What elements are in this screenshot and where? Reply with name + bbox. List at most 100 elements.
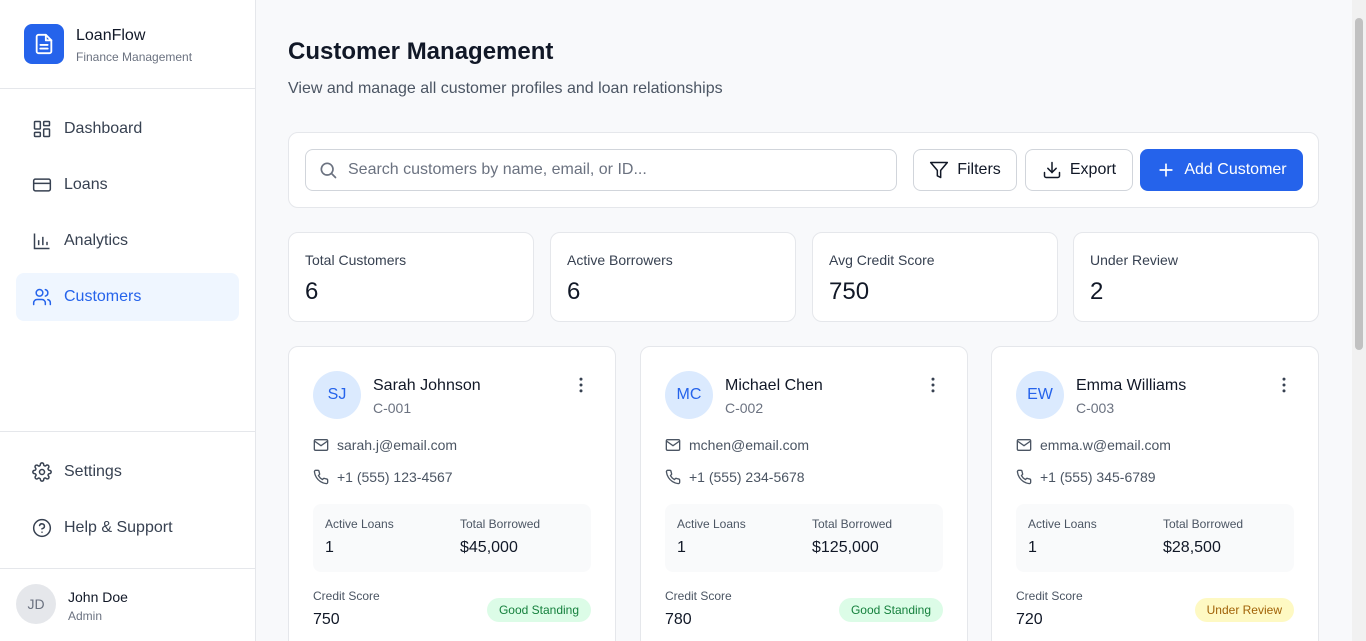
customer-card[interactable]: EW Emma Williams C-003 emma.w@email.com … (991, 346, 1319, 641)
customer-card[interactable]: MC Michael Chen C-002 mchen@email.com +1… (640, 346, 968, 641)
customer-email: sarah.j@email.com (313, 437, 457, 453)
phone-text: +1 (555) 234-5678 (689, 469, 805, 485)
avatar: SJ (313, 371, 361, 419)
download-icon (1042, 160, 1062, 180)
sidebar-item-analytics[interactable]: Analytics (16, 217, 239, 265)
sidebar-item-help[interactable]: Help & Support (16, 504, 239, 552)
plus-icon (1156, 160, 1176, 180)
credit-score-label: Credit Score (313, 589, 380, 603)
customer-name: Emma Williams (1076, 377, 1187, 394)
total-borrowed-value: $125,000 (812, 539, 879, 556)
document-icon[interactable] (24, 24, 64, 64)
loan-summary: Active Loans 1 Total Borrowed $45,000 (313, 504, 591, 572)
add-customer-label: Add Customer (1184, 161, 1287, 178)
mail-icon (665, 437, 681, 453)
sidebar-item-label: Dashboard (64, 120, 143, 137)
sidebar-item-label: Help & Support (64, 519, 173, 536)
email-text: sarah.j@email.com (337, 437, 458, 453)
sidebar-item-dashboard[interactable]: Dashboard (16, 105, 239, 153)
page-title: Customer Management (288, 38, 554, 65)
export-button[interactable]: Export (1025, 149, 1133, 191)
stat-card-avg-credit-score: Avg Credit Score 750 (812, 232, 1058, 322)
status-badge: Under Review (1194, 598, 1294, 622)
user-role: Admin (68, 609, 103, 623)
stat-label: Under Review (1090, 252, 1178, 268)
customer-phone: +1 (555) 345-6789 (1016, 469, 1156, 485)
more-vertical-icon[interactable] (1274, 375, 1294, 395)
status-badge: Good Standing (838, 598, 943, 622)
dashboard-icon (32, 119, 52, 139)
total-borrowed-value: $28,500 (1163, 539, 1221, 556)
export-label: Export (1069, 161, 1117, 178)
customer-card[interactable]: SJ Sarah Johnson C-001 sarah.j@email.com… (288, 346, 616, 641)
search-input[interactable] (348, 161, 868, 179)
credit-score-label: Credit Score (665, 589, 732, 603)
search-icon (318, 160, 338, 180)
page-subtitle: View and manage all customer profiles an… (288, 80, 723, 97)
brand: LoanFlow Finance Management (0, 0, 255, 89)
customer-cards: SJ Sarah Johnson C-001 sarah.j@email.com… (288, 346, 1319, 641)
phone-icon (665, 469, 681, 485)
brand-name: LoanFlow (76, 27, 146, 44)
avatar: EW (1016, 371, 1064, 419)
sidebar-item-customers[interactable]: Customers (16, 273, 239, 321)
stat-label: Total Customers (305, 252, 407, 268)
active-loans-label: Active Loans (1028, 517, 1097, 531)
vertical-scrollbar[interactable] (1352, 0, 1366, 641)
loan-summary: Active Loans 1 Total Borrowed $125,000 (665, 504, 943, 572)
customer-name: Michael Chen (725, 377, 823, 394)
sidebar-bottom-nav: Settings Help & Support (16, 432, 239, 560)
stat-value: 2 (1090, 278, 1104, 305)
users-icon (32, 287, 52, 307)
sidebar-item-label: Loans (64, 176, 108, 193)
sidebar-nav: Dashboard Loans Analytics Customers (16, 105, 239, 329)
filters-label: Filters (957, 161, 1001, 178)
customer-name: Sarah Johnson (373, 377, 481, 394)
total-borrowed-label: Total Borrowed (1163, 517, 1244, 531)
user-name: John Doe (68, 589, 128, 605)
phone-text: +1 (555) 123-4567 (337, 469, 453, 485)
divider (0, 568, 255, 569)
total-borrowed-label: Total Borrowed (812, 517, 893, 531)
user-profile[interactable]: JD John Doe Admin (16, 584, 239, 626)
customer-id: C-002 (725, 400, 764, 416)
stat-value: 6 (305, 278, 319, 305)
scrollbar-thumb[interactable] (1355, 18, 1363, 350)
phone-icon (313, 469, 329, 485)
stat-label: Active Borrowers (567, 252, 673, 268)
add-customer-button[interactable]: Add Customer (1140, 149, 1303, 191)
more-vertical-icon[interactable] (923, 375, 943, 395)
sidebar-item-loans[interactable]: Loans (16, 161, 239, 209)
mail-icon (1016, 437, 1032, 453)
sidebar-item-label: Settings (64, 463, 122, 480)
active-loans-label: Active Loans (677, 517, 746, 531)
credit-card-icon (32, 175, 52, 195)
toolbar: Filters Export Add Customer (288, 132, 1319, 208)
total-borrowed-value: $45,000 (460, 539, 518, 556)
stat-value: 6 (567, 278, 581, 305)
total-borrowed-label: Total Borrowed (460, 517, 541, 531)
active-loans-value: 1 (677, 539, 686, 556)
active-loans-label: Active Loans (325, 517, 394, 531)
more-vertical-icon[interactable] (571, 375, 591, 395)
stat-card-under-review: Under Review 2 (1073, 232, 1319, 322)
main-content: Customer Management View and manage all … (256, 0, 1352, 641)
brand-subtitle: Finance Management (76, 50, 193, 64)
email-text: emma.w@email.com (1040, 437, 1171, 453)
stat-value: 750 (829, 278, 870, 305)
credit-score-value: 780 (665, 611, 692, 628)
stat-label: Avg Credit Score (829, 252, 935, 268)
sidebar-item-settings[interactable]: Settings (16, 448, 239, 496)
active-loans-value: 1 (1028, 539, 1037, 556)
status-badge: Good Standing (486, 598, 591, 622)
stats-row: Total Customers 6 Active Borrowers 6 Avg… (288, 232, 1319, 322)
email-text: mchen@email.com (689, 437, 810, 453)
filters-button[interactable]: Filters (913, 149, 1017, 191)
search-box (305, 149, 897, 191)
gear-icon (32, 462, 52, 482)
credit-score-value: 720 (1016, 611, 1043, 628)
credit-score-label: Credit Score (1016, 589, 1083, 603)
phone-icon (1016, 469, 1032, 485)
customer-email: emma.w@email.com (1016, 437, 1171, 453)
customer-phone: +1 (555) 234-5678 (665, 469, 805, 485)
